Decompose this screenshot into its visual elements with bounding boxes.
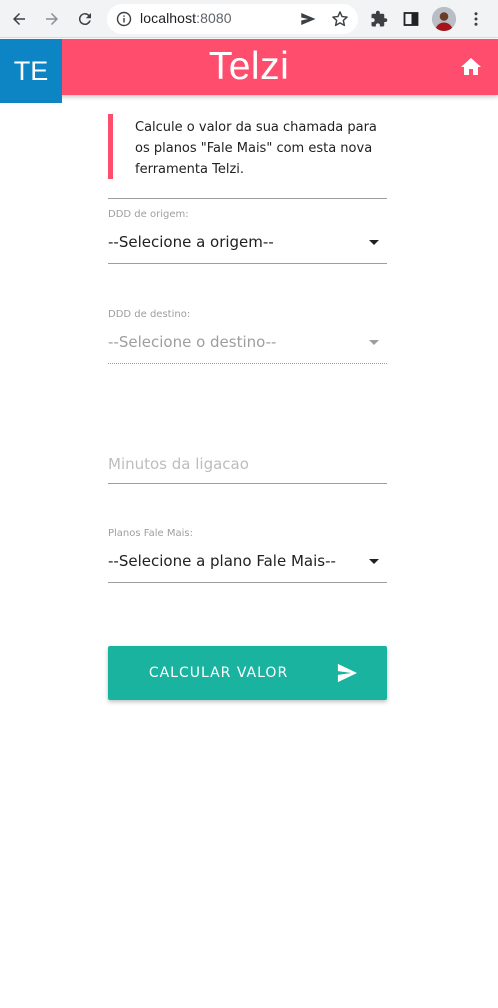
origin-select[interactable]: --Selecione a origem-- (108, 229, 387, 257)
minutes-underline (108, 483, 387, 484)
address-bar[interactable]: localhost:8080 (107, 4, 358, 34)
caret-down-icon (369, 559, 379, 564)
intro-message: Calcule o valor da sua chamada para os p… (108, 114, 387, 179)
destination-select[interactable]: --Selecione o destino-- (108, 329, 387, 357)
divider (108, 198, 387, 199)
url-host: localhost (140, 10, 197, 26)
plan-selected-value: --Selecione a plano Fale Mais-- (108, 552, 336, 570)
origin-selected-value: --Selecione a origem-- (108, 233, 274, 251)
send-icon (336, 663, 358, 683)
plan-underline (108, 582, 387, 583)
caret-down-icon (369, 240, 379, 245)
url-text: localhost:8080 (140, 10, 232, 26)
side-panel-icon[interactable] (399, 7, 423, 31)
destination-selected-value: --Selecione o destino-- (108, 333, 277, 351)
destination-underline (108, 363, 387, 364)
extensions-icon[interactable] (367, 7, 391, 31)
origin-label: DDD de origem: (108, 209, 189, 220)
send-tab-icon[interactable] (299, 10, 317, 28)
logo[interactable]: TE (0, 39, 62, 103)
origin-underline (108, 263, 387, 264)
browser-toolbar: localhost:8080 (0, 0, 498, 38)
calculate-button[interactable]: CALCULAR VALOR (108, 646, 387, 700)
profile-avatar[interactable] (432, 7, 456, 31)
plan-label: Planos Fale Mais: (108, 528, 193, 539)
reload-icon[interactable] (73, 7, 97, 31)
url-port: :8080 (196, 10, 232, 26)
plan-select[interactable]: --Selecione a plano Fale Mais-- (108, 548, 387, 576)
minutes-input[interactable] (108, 452, 387, 476)
info-icon[interactable] (116, 11, 132, 27)
forward-icon[interactable] (40, 7, 64, 31)
destination-label: DDD de destino: (108, 309, 191, 320)
calculate-button-label: CALCULAR VALOR (148, 665, 289, 681)
app-title: Telzi (208, 45, 290, 88)
home-icon[interactable] (459, 55, 483, 79)
back-icon[interactable] (7, 7, 31, 31)
caret-down-icon (369, 340, 379, 345)
star-icon[interactable] (330, 9, 350, 29)
more-icon[interactable] (464, 7, 488, 31)
